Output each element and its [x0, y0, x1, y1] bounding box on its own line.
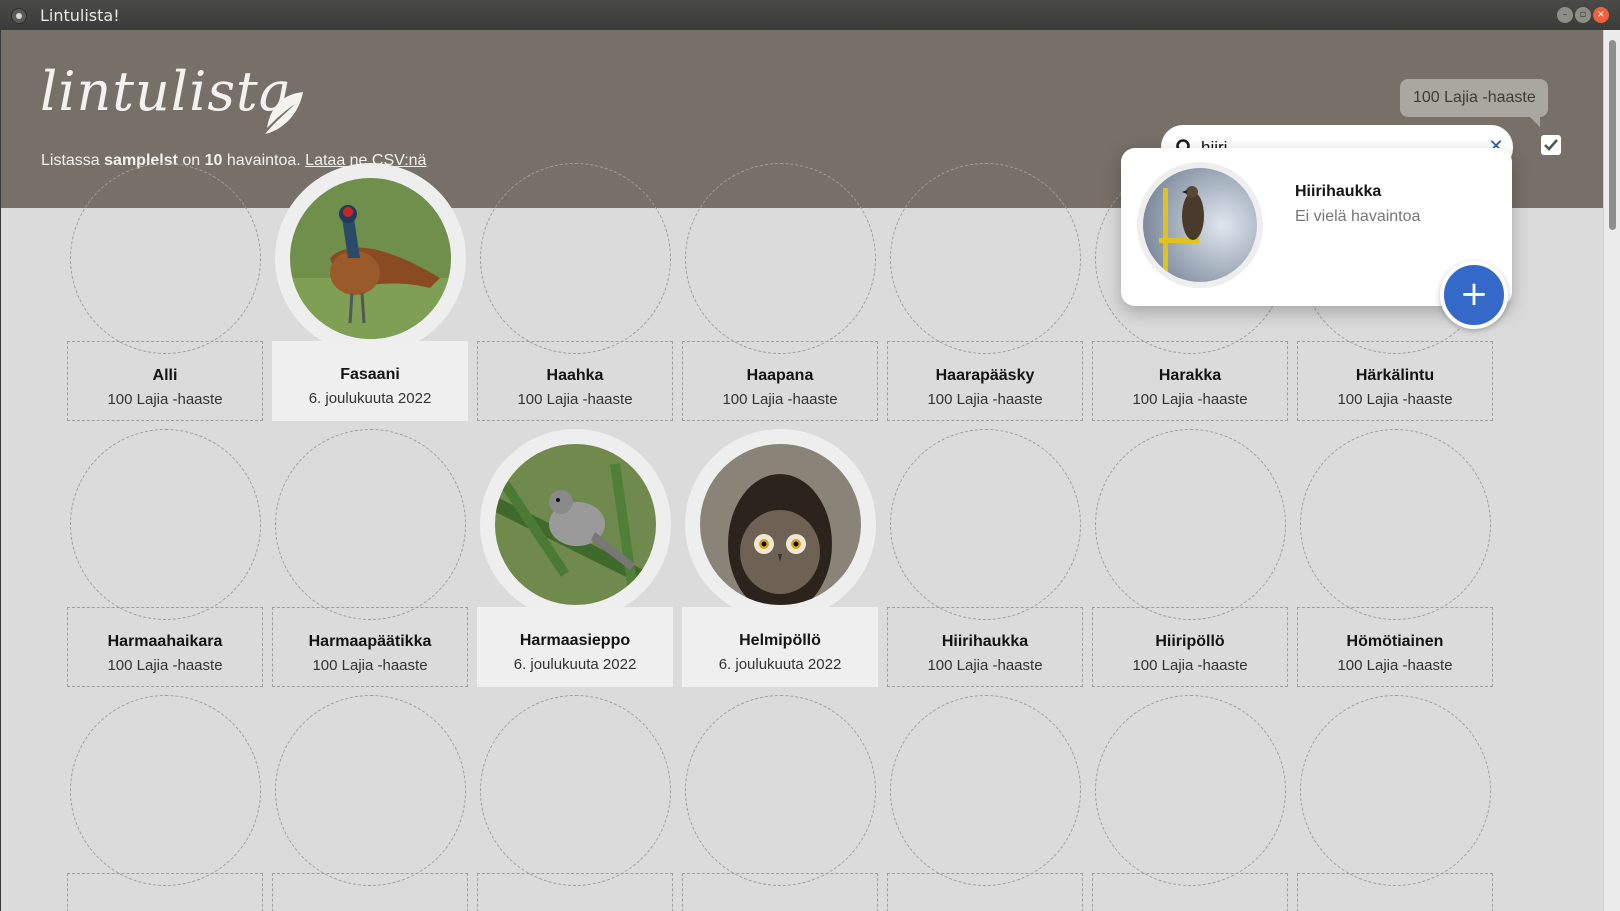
- bird-photo-placeholder: [685, 695, 876, 886]
- bird-name: Hiirihaukka: [941, 633, 1029, 650]
- bird-card-label: [887, 873, 1083, 911]
- bird-photo-placeholder: [1300, 429, 1491, 620]
- scrollbar-thumb[interactable]: [1609, 40, 1616, 230]
- bird-name: Harmaasieppo: [519, 632, 631, 649]
- bird-photo-placeholder: [70, 429, 261, 620]
- bird-name: Fasaani: [340, 366, 400, 383]
- challenge-tag: 100 Lajia -haaste: [1132, 391, 1248, 408]
- close-icon[interactable]: ×: [1593, 7, 1609, 23]
- bird-photo-placeholder: [70, 163, 261, 354]
- result-bird-name: Hiirihaukka: [1295, 183, 1382, 200]
- bird-photo: [685, 429, 876, 620]
- bird-card-label: Härkälintu 100 Lajia -haaste: [1297, 341, 1493, 421]
- bird-card-label: Hömötiainen 100 Lajia -haaste: [1297, 607, 1493, 687]
- bird-name: Härkälintu: [1355, 367, 1435, 384]
- bird-card-label: Alli 100 Lajia -haaste: [67, 341, 263, 421]
- bird-card-label: Hiirihaukka 100 Lajia -haaste: [887, 607, 1083, 687]
- bird-name: Haahka: [546, 367, 604, 384]
- challenge-tag: 100 Lajia -haaste: [927, 657, 1043, 674]
- challenge-tag: 100 Lajia -haaste: [722, 391, 838, 408]
- bird-name: Harmaapäätikka: [308, 633, 432, 650]
- bird-photo: [480, 429, 671, 620]
- bird-card-label: [1092, 873, 1288, 911]
- bird-name: Haapana: [746, 367, 814, 384]
- app-content: lintulista Listassa samplelst on 10 hava…: [1, 30, 1604, 911]
- bird-card-label: Fasaani 6. joulukuuta 2022: [272, 341, 468, 421]
- bird-photo-placeholder: [1095, 429, 1286, 620]
- challenge-tag: 100 Lajia -haaste: [1337, 657, 1453, 674]
- bird-card-label: Haarapääsky 100 Lajia -haaste: [887, 341, 1083, 421]
- bird-name: Haarapääsky: [935, 367, 1035, 384]
- result-bird-photo: [1137, 162, 1263, 288]
- challenge-tag: 100 Lajia -haaste: [312, 657, 428, 674]
- challenge-tag: 100 Lajia -haaste: [107, 657, 223, 674]
- bird-photo-placeholder: [1300, 695, 1491, 886]
- logo: lintulista: [40, 60, 292, 123]
- challenge-tag: 100 Lajia -haaste: [927, 391, 1043, 408]
- bird-card-label: Haapana 100 Lajia -haaste: [682, 341, 878, 421]
- bird-card-label: Harmaapäätikka 100 Lajia -haaste: [272, 607, 468, 687]
- bird-photo-placeholder: [275, 429, 466, 620]
- challenge-tooltip: 100 Lajia -haaste: [1400, 79, 1548, 127]
- bird-card-label: Harakka 100 Lajia -haaste: [1092, 341, 1288, 421]
- bird-card-label: [67, 873, 263, 911]
- bird-photo-placeholder: [890, 695, 1081, 886]
- bird-card-label: Harmaahaikara 100 Lajia -haaste: [67, 607, 263, 687]
- bird-name: Hömötiainen: [1346, 633, 1444, 650]
- search-result-popup[interactable]: Hiirihaukka Ei vielä havaintoa +: [1121, 148, 1512, 329]
- window-titlebar: Lintulista! – ▫ ×: [0, 0, 1620, 30]
- buzzard-photo: [1143, 168, 1257, 282]
- bird-card-label: [1297, 873, 1493, 911]
- bird-card-label: Hiiripöllö 100 Lajia -haaste: [1092, 607, 1288, 687]
- challenge-tag: 100 Lajia -haaste: [1337, 391, 1453, 408]
- bird-photo-placeholder: [890, 429, 1081, 620]
- bird-photo-placeholder: [275, 695, 466, 886]
- maximize-icon[interactable]: ▫: [1575, 7, 1591, 23]
- bird-photo-placeholder: [890, 163, 1081, 354]
- bird-photo: [275, 163, 466, 354]
- window-title: Lintulista!: [40, 6, 120, 25]
- bird-name: Hiiripöllö: [1155, 633, 1225, 650]
- observation-count: 10: [204, 152, 223, 169]
- bird-photo-placeholder: [480, 163, 671, 354]
- bird-card-label: [477, 873, 673, 911]
- bird-name: Alli: [152, 367, 178, 384]
- bird-name: Helmipöllö: [739, 632, 821, 649]
- minimize-icon[interactable]: –: [1557, 7, 1573, 23]
- checkmark-icon: [1544, 139, 1558, 151]
- add-observation-button[interactable]: +: [1440, 261, 1508, 329]
- observation-date: 6. joulukuuta 2022: [308, 390, 432, 407]
- observation-date: 6. joulukuuta 2022: [718, 656, 842, 673]
- bird-card-label: Helmipöllö 6. joulukuuta 2022: [682, 607, 878, 687]
- bird-card-label: Haahka 100 Lajia -haaste: [477, 341, 673, 421]
- bird-name: Harakka: [1158, 367, 1222, 384]
- result-status: Ei vielä havaintoa: [1295, 208, 1421, 225]
- bird-card-label: [272, 873, 468, 911]
- bird-photo-placeholder: [480, 695, 671, 886]
- bird-card-label: Harmaasieppo 6. joulukuuta 2022: [477, 607, 673, 687]
- challenge-tag: 100 Lajia -haaste: [107, 391, 223, 408]
- observation-date: 6. joulukuuta 2022: [513, 656, 637, 673]
- bird-photo-placeholder: [685, 163, 876, 354]
- bird-photo-placeholder: [70, 695, 261, 886]
- bird-card-label: [682, 873, 878, 911]
- bird-name: Harmaahaikara: [107, 633, 223, 650]
- feather-icon: [265, 92, 303, 134]
- challenge-tag: 100 Lajia -haaste: [1132, 657, 1248, 674]
- window-menu-icon[interactable]: [11, 8, 27, 24]
- scrollbar[interactable]: [1603, 30, 1620, 911]
- bird-photo-placeholder: [1095, 695, 1286, 886]
- challenge-tag: 100 Lajia -haaste: [517, 391, 633, 408]
- challenge-checkbox[interactable]: [1541, 135, 1561, 155]
